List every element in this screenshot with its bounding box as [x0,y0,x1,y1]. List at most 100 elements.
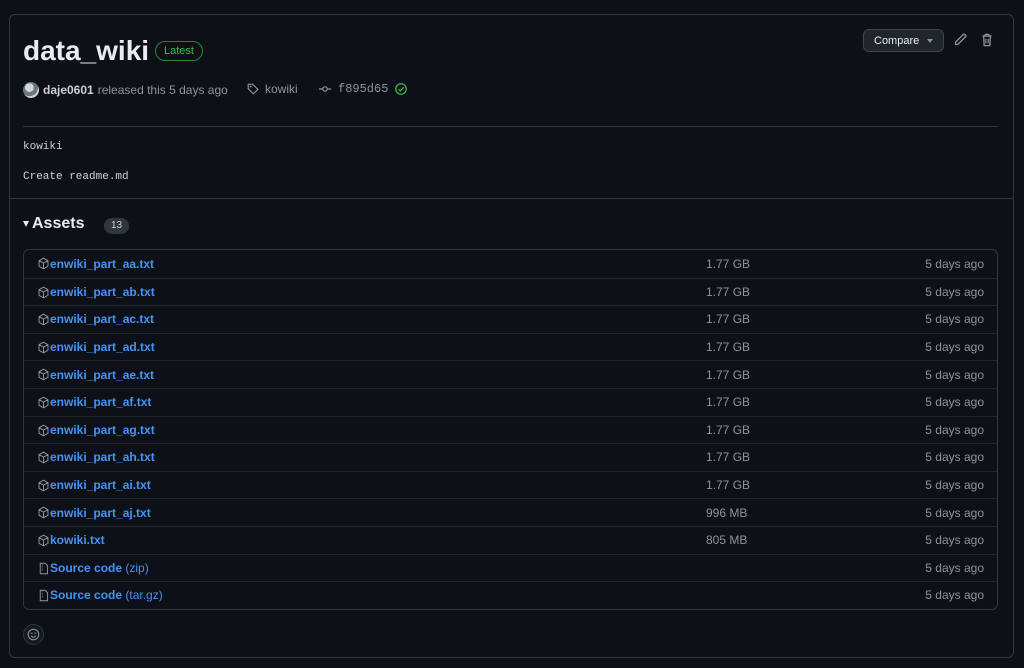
asset-name: enwiki_part_ai.txt [50,478,151,493]
asset-row: enwiki_part_ab.txt 1.77 GB 5 days ago [24,277,997,306]
release-card: data_wiki Latest Compare daje0601 releas… [9,14,1014,658]
compare-button[interactable]: Compare [863,29,944,52]
package-icon [37,286,50,299]
divider [23,126,998,127]
smiley-icon [27,628,40,641]
file-zip-icon [37,589,50,602]
released-text: released this 5 days ago [97,83,228,97]
package-icon [37,451,50,464]
asset-link[interactable]: enwiki_part_ac.txt [50,312,154,326]
asset-date: 5 days ago [925,560,984,575]
asset-row: enwiki_part_ag.txt 1.77 GB 5 days ago [24,415,997,444]
latest-badge: Latest [155,41,203,61]
asset-date: 5 days ago [925,312,984,327]
trash-icon[interactable] [978,31,996,49]
asset-link[interactable]: enwiki_part_ab.txt [50,285,155,299]
asset-row: enwiki_part_aa.txt 1.77 GB 5 days ago [24,250,997,278]
asset-name: enwiki_part_ac.txt [50,312,155,327]
release-notes-line: kowiki [23,141,63,153]
asset-row: enwiki_part_ac.txt 1.77 GB 5 days ago [24,305,997,333]
package-icon [37,313,50,326]
package-icon [37,534,50,547]
avatar[interactable] [23,82,39,98]
asset-name: enwiki_part_ab.txt [50,284,155,299]
asset-row: enwiki_part_aj.txt 996 MB 5 days ago [24,498,997,526]
tag-info[interactable]: kowiki [246,82,298,96]
file-zip-icon [37,562,50,575]
asset-link[interactable]: enwiki_part_aa.txt [50,257,154,271]
asset-date: 5 days ago [925,588,984,603]
asset-date: 5 days ago [925,533,984,548]
package-icon [37,396,50,409]
package-icon [37,506,50,519]
asset-row: Source code (tar.gz) 5 days ago [24,581,997,609]
git-commit-icon [318,86,332,92]
assets-heading: Assets [32,215,85,232]
asset-size: 1.77 GB [706,312,751,327]
package-icon [37,341,50,354]
asset-link[interactable]: enwiki_part_ai.txt [50,478,151,492]
assets-toggle[interactable]: Assets [23,215,84,233]
asset-link[interactable]: kowiki.txt [50,533,105,547]
asset-date: 5 days ago [925,422,984,437]
tag-icon [247,83,259,95]
asset-size: 1.77 GB [706,450,751,465]
package-icon [37,368,50,381]
asset-date: 5 days ago [925,256,984,271]
package-icon [37,424,50,437]
asset-name: enwiki_part_ag.txt [50,422,155,437]
asset-date: 5 days ago [925,395,984,410]
asset-row: kowiki.txt 805 MB 5 days ago [24,525,997,554]
asset-link[interactable]: enwiki_part_ah.txt [50,450,155,464]
compare-label: Compare [874,34,920,47]
asset-size: 1.77 GB [706,340,751,355]
divider [10,198,1013,199]
package-icon [37,479,50,492]
release-author-line: daje0601 released this 5 days ago [23,82,228,98]
asset-name: kowiki.txt [50,533,105,548]
asset-name: Source code [50,560,123,575]
asset-row: enwiki_part_ah.txt 1.77 GB 5 days ago [24,443,997,471]
asset-size: 805 MB [706,533,748,548]
release-title[interactable]: data_wiki [23,35,149,67]
asset-name: enwiki_part_aj.txt [50,505,151,520]
asset-name: enwiki_part_aa.txt [50,256,155,271]
asset-link[interactable]: enwiki_part_aj.txt [50,506,151,520]
asset-row: enwiki_part_ae.txt 1.77 GB 5 days ago [24,360,997,388]
asset-link[interactable]: enwiki_part_ag.txt [50,423,155,437]
asset-row: enwiki_part_af.txt 1.77 GB 5 days ago [24,387,997,416]
pencil-icon[interactable] [951,31,969,49]
asset-row: enwiki_part_ad.txt 1.77 GB 5 days ago [24,332,997,361]
asset-size: 1.77 GB [706,256,751,271]
package-icon [37,257,50,270]
commit-sha: f895d65 [338,82,389,96]
asset-link[interactable]: enwiki_part_af.txt [50,395,151,409]
asset-name: enwiki_part_ah.txt [50,450,155,465]
commit-info[interactable]: f895d65 [318,82,408,96]
asset-size: 1.77 GB [706,367,751,382]
asset-size: 1.77 GB [706,478,751,493]
assets-list: enwiki_part_aa.txt 1.77 GB 5 days ago enwik… [23,249,998,610]
asset-date: 5 days ago [925,450,984,465]
asset-date: 5 days ago [925,284,984,299]
asset-date: 5 days ago [925,478,984,493]
asset-date: 5 days ago [925,340,984,355]
asset-date: 5 days ago [925,505,984,520]
asset-row: enwiki_part_ai.txt 1.77 GB 5 days ago [24,470,997,499]
asset-size: 1.77 GB [706,422,751,437]
add-reaction-button[interactable] [23,624,44,645]
asset-link[interactable]: enwiki_part_ae.txt [50,368,154,382]
author-link[interactable]: daje0601 [43,83,94,97]
assets-count-badge: 13 [104,218,130,234]
asset-link[interactable]: enwiki_part_ad.txt [50,340,155,354]
asset-date: 5 days ago [925,367,984,382]
release-notes-line: Create readme.md [23,171,129,183]
asset-link[interactable]: Source code (zip) [50,561,149,575]
asset-row: Source code (zip) 5 days ago [24,553,997,582]
chevron-down-icon [927,39,933,43]
tag-label: kowiki [265,82,298,96]
asset-format: (tar.gz) [125,588,163,603]
check-circle-icon [395,83,408,95]
asset-size: 1.77 GB [706,395,751,410]
asset-link[interactable]: Source code (tar.gz) [50,588,163,602]
